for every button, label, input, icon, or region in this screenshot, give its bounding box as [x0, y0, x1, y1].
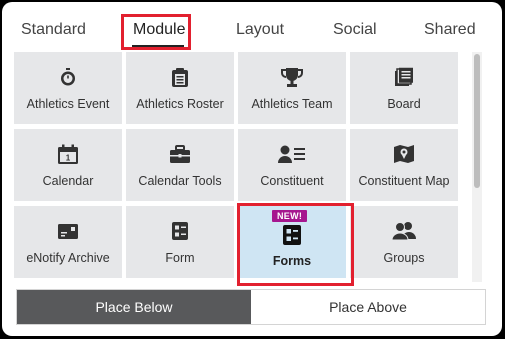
toolbox-icon	[126, 143, 234, 165]
trophy-icon	[238, 66, 346, 88]
module-picker-panel: Standard Module Layout Social Shared Ath…	[2, 2, 502, 336]
forms-tile-highlight-box	[237, 203, 354, 286]
tile-calendar[interactable]: 1 Calendar	[14, 129, 122, 201]
tile-board[interactable]: Board	[350, 52, 458, 124]
tile-athletics-roster[interactable]: Athletics Roster	[126, 52, 234, 124]
tile-label: Athletics Roster	[136, 97, 224, 111]
tile-calendar-tools[interactable]: Calendar Tools	[126, 129, 234, 201]
module-tab-highlight-box	[121, 14, 191, 50]
tile-enotify-archive[interactable]: eNotify Archive	[14, 206, 122, 278]
tile-label: Athletics Team	[251, 97, 333, 111]
tile-label: Calendar	[42, 174, 94, 188]
people-group-icon	[350, 220, 458, 242]
svg-text:1: 1	[66, 153, 71, 162]
tile-label: Constituent	[260, 174, 324, 188]
tile-label: Athletics Event	[26, 97, 110, 111]
tab-social[interactable]: Social	[333, 21, 377, 39]
calendar-icon: 1	[14, 143, 122, 165]
tile-athletics-team[interactable]: Athletics Team	[238, 52, 346, 124]
tile-label: Groups	[383, 251, 425, 265]
envelope-archive-icon	[14, 220, 122, 242]
tab-shared[interactable]: Shared	[424, 21, 476, 39]
tab-layout[interactable]: Layout	[236, 21, 284, 39]
form-icon	[126, 220, 234, 242]
tab-bar: Standard Module Layout Social Shared	[2, 2, 502, 52]
tile-constituent-map[interactable]: Constituent Map	[350, 129, 458, 201]
person-card-icon	[238, 143, 346, 165]
tile-athletics-event[interactable]: Athletics Event	[14, 52, 122, 124]
grid-scrollbar[interactable]	[472, 52, 482, 282]
tile-label: Board	[387, 97, 421, 111]
scrollbar-thumb[interactable]	[474, 54, 480, 188]
tab-standard[interactable]: Standard	[21, 21, 86, 39]
tile-form[interactable]: Form	[126, 206, 234, 278]
tile-constituent[interactable]: Constituent	[238, 129, 346, 201]
stopwatch-icon	[14, 66, 122, 88]
tile-label: Form	[165, 251, 195, 265]
tile-label: Calendar Tools	[138, 174, 222, 188]
clipboard-list-icon	[126, 66, 234, 88]
place-above-button[interactable]: Place Above	[251, 290, 485, 324]
stacked-documents-icon	[350, 66, 458, 88]
tile-label: Constituent Map	[358, 174, 450, 188]
map-pin-icon	[350, 143, 458, 165]
place-below-button[interactable]: Place Below	[17, 290, 251, 324]
tile-groups[interactable]: Groups	[350, 206, 458, 278]
tile-label: eNotify Archive	[26, 251, 110, 265]
placement-toggle: Place Below Place Above	[16, 289, 486, 325]
